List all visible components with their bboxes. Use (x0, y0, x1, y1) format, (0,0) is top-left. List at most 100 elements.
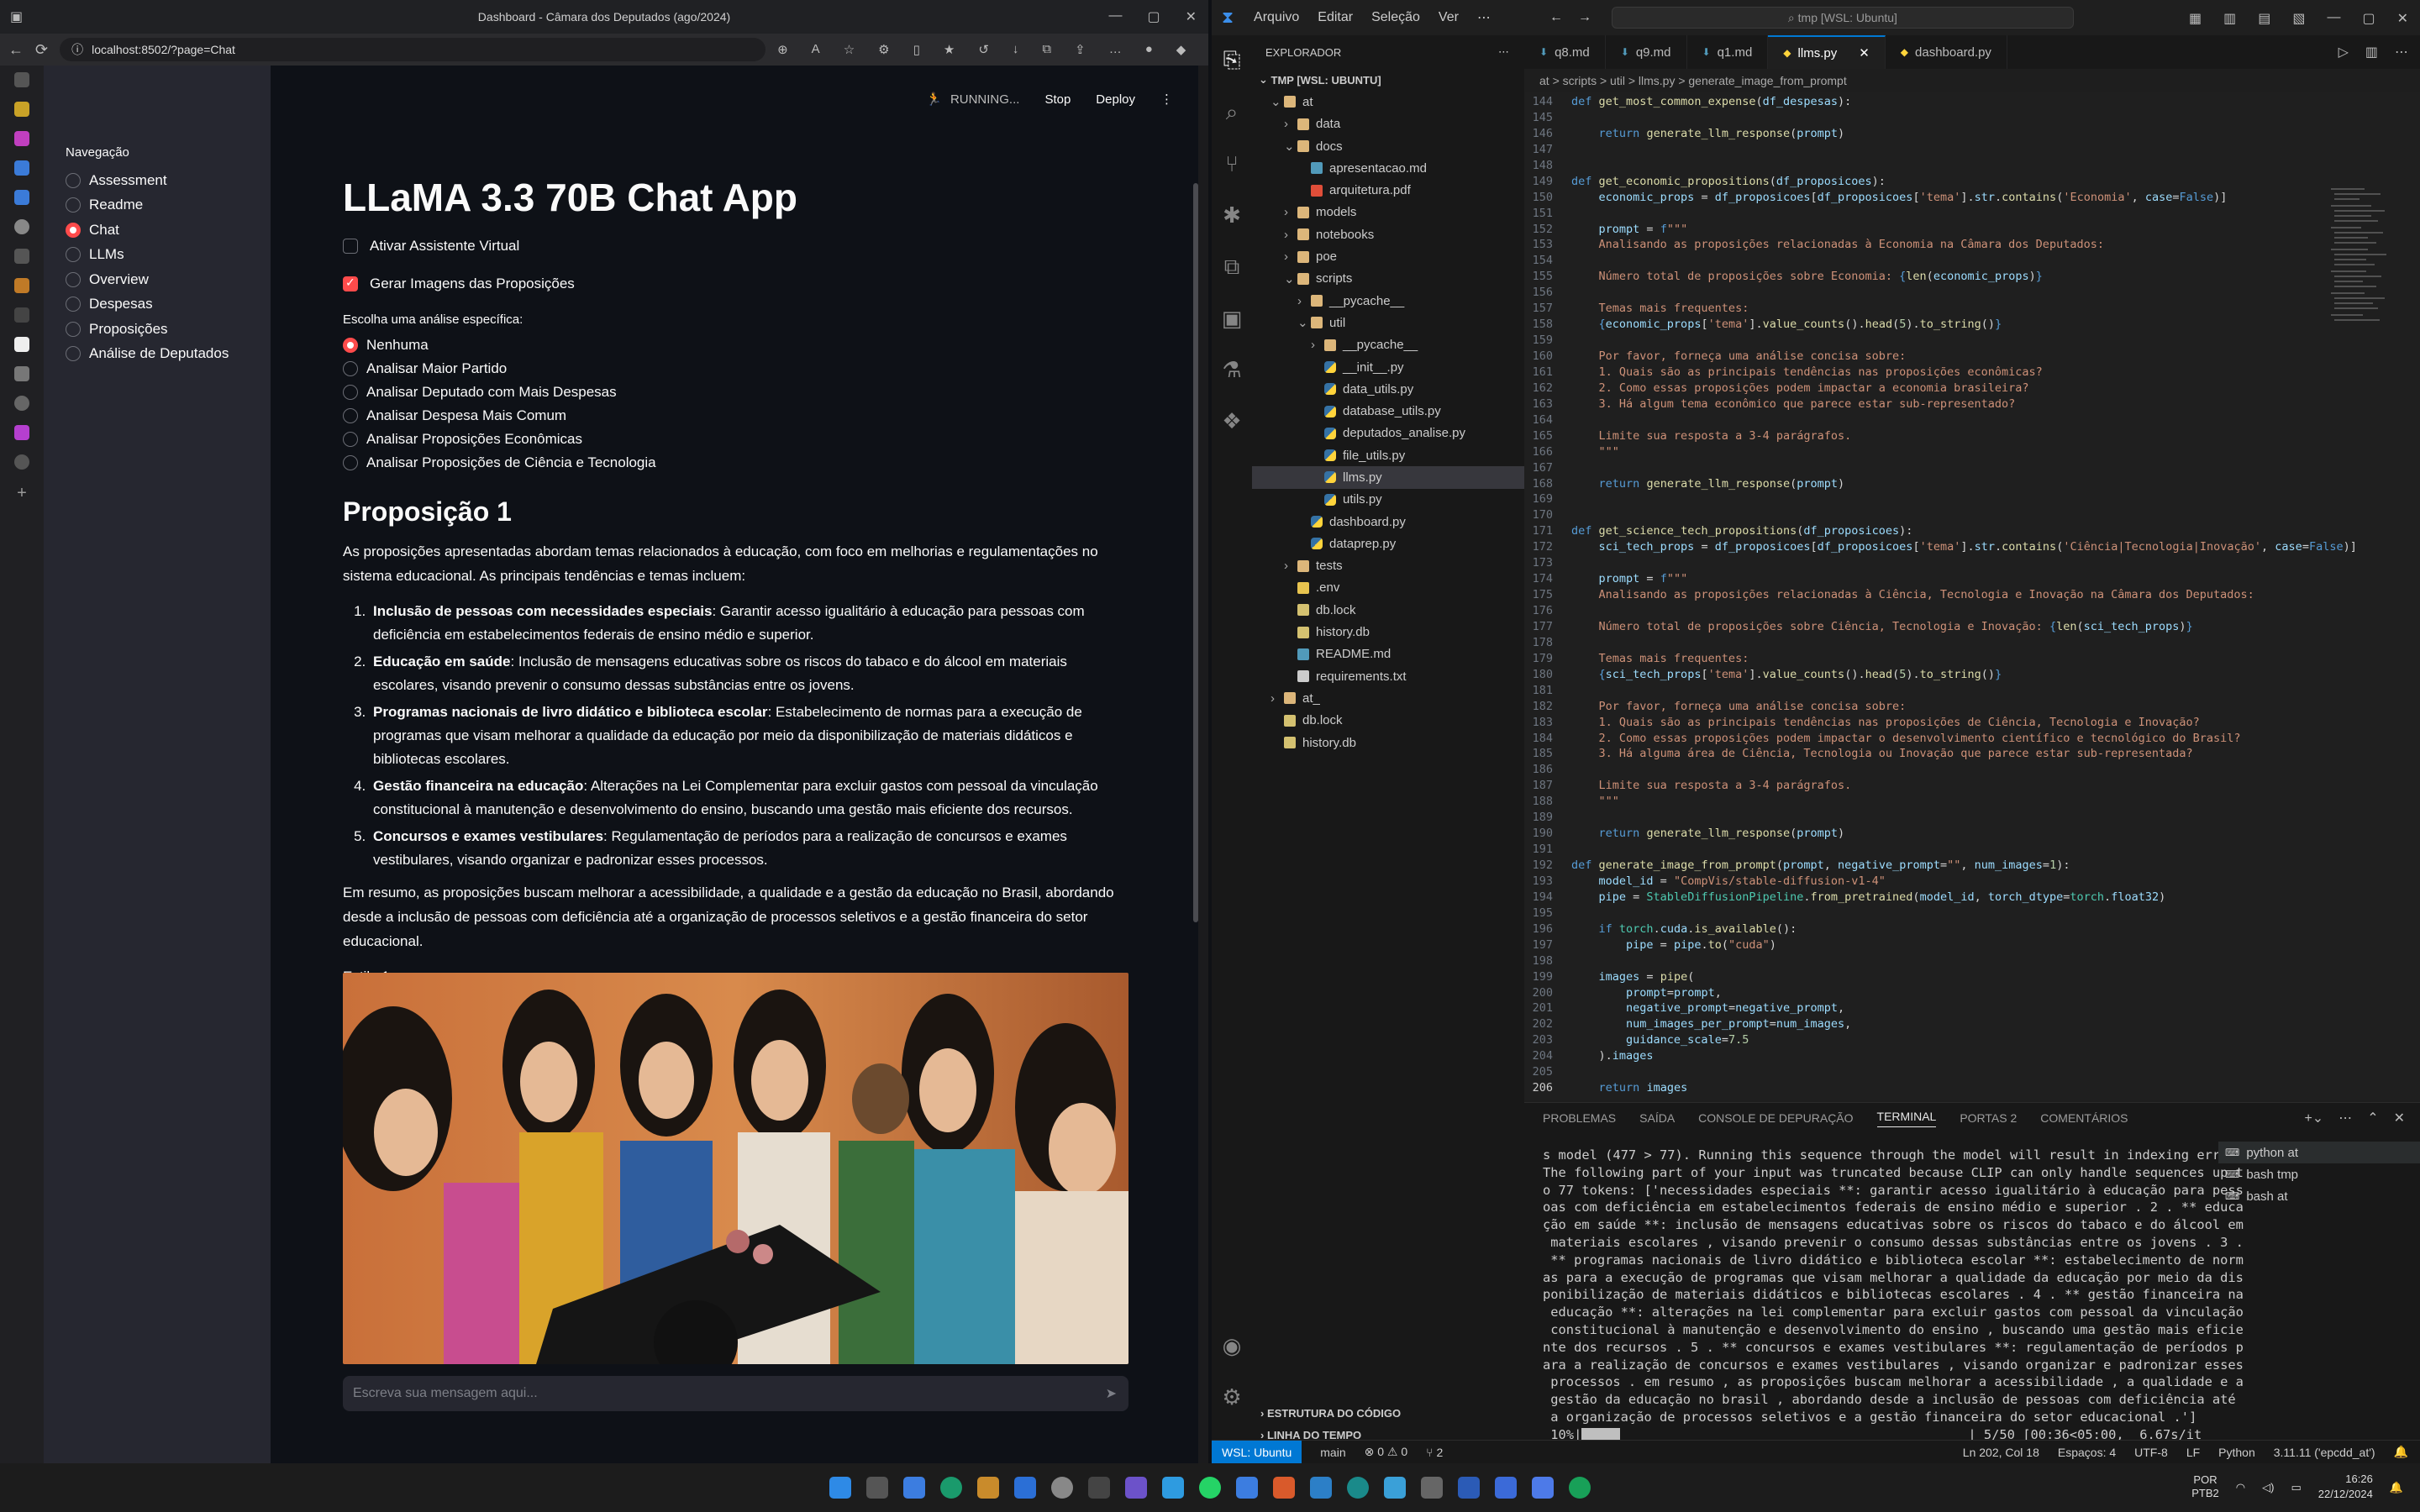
problems-indicator[interactable]: ⊗ 0 ⚠ 0 (1365, 1445, 1408, 1459)
tree-item[interactable]: ⌄ at (1252, 91, 1524, 113)
settings-gear-icon[interactable]: ⚙ (1222, 1384, 1241, 1410)
main-menu-icon[interactable]: ⋮ (1160, 92, 1173, 107)
app-icon[interactable] (1236, 1477, 1258, 1499)
remote-indicator[interactable]: WSL: Ubuntu (1212, 1440, 1302, 1464)
close-icon[interactable]: ✕ (1186, 8, 1197, 25)
tree-item[interactable]: arquitetura.pdf (1252, 179, 1524, 201)
profile-icon[interactable]: ● (1145, 42, 1153, 57)
panel-right-icon[interactable]: ▧ (2292, 10, 2305, 27)
terminal-instance[interactable]: ⌨ bash tmp (2218, 1163, 2420, 1185)
tab-icon[interactable] (14, 249, 29, 264)
maximize-panel-icon[interactable]: ⌃ (2367, 1110, 2378, 1126)
close-tab-icon[interactable]: ✕ (1859, 45, 1870, 60)
radio-circle[interactable] (66, 247, 81, 263)
nav-item-assessment[interactable]: Assessment (66, 168, 271, 193)
cursor-position[interactable]: Ln 202, Col 18 (1963, 1446, 2039, 1459)
tree-item[interactable]: README.md (1252, 643, 1524, 665)
tree-item[interactable]: __init__.py (1252, 356, 1524, 378)
minimize-icon[interactable]: — (1108, 8, 1122, 25)
tab-icon[interactable] (14, 366, 29, 381)
tree-item[interactable]: history.db (1252, 732, 1524, 753)
menu-item[interactable]: Ver (1439, 10, 1459, 25)
explorer-icon[interactable]: ⎘ (1223, 47, 1241, 74)
tree-item[interactable]: › tests (1252, 555, 1524, 577)
tree-item[interactable]: ⌄ util (1252, 312, 1524, 333)
clock-time[interactable]: 16:26 (2318, 1472, 2373, 1487)
radio-circle[interactable] (343, 432, 358, 447)
extensions-icon[interactable]: ▣ (1222, 306, 1243, 332)
app-icon[interactable] (1384, 1477, 1406, 1499)
forward-icon[interactable]: → (1578, 10, 1591, 25)
minimize-icon[interactable]: — (2327, 10, 2340, 27)
tree-item[interactable]: database_utils.py (1252, 400, 1524, 422)
menu-item[interactable]: Arquivo (1254, 10, 1299, 25)
app-icon[interactable] (1532, 1477, 1554, 1499)
tree-item[interactable]: utils.py (1252, 489, 1524, 511)
maximize-icon[interactable]: ▢ (1147, 8, 1160, 25)
tab-icon[interactable] (14, 190, 29, 205)
python-icon[interactable]: ❖ (1222, 408, 1241, 434)
tab-icon[interactable] (14, 425, 29, 440)
add-tab-icon[interactable]: + (17, 484, 27, 503)
terminal-icon[interactable] (1088, 1477, 1110, 1499)
checkbox-box[interactable] (343, 276, 358, 291)
tab-icon[interactable] (14, 396, 29, 411)
language-mode[interactable]: Python (2218, 1446, 2255, 1459)
panel-tab[interactable]: CONSOLE DE DEPURAÇÃO (1698, 1111, 1853, 1125)
radio-circle[interactable] (66, 346, 81, 362)
tree-item[interactable]: ⌄ docs (1252, 135, 1524, 157)
analysis-option[interactable]: Analisar Despesa Mais Comum (343, 404, 1128, 428)
layout-icon[interactable]: ▦ (2189, 10, 2202, 27)
screenshot-icon[interactable]: ⧉ (1042, 42, 1051, 57)
nav-item-an-lise-de-deputados[interactable]: Análise de Deputados (66, 342, 271, 367)
tree-item[interactable]: llms.py (1252, 466, 1524, 489)
analysis-option[interactable]: Nenhuma (343, 333, 1128, 357)
tab-icon[interactable] (14, 454, 29, 470)
tree-item[interactable]: db.lock (1252, 710, 1524, 732)
testing-icon[interactable]: ⚗ (1222, 357, 1241, 383)
images-checkbox[interactable]: Gerar Imagens das Proposições (343, 276, 1128, 292)
radio-circle[interactable] (343, 385, 358, 400)
notification-icon[interactable]: 🔔 (2390, 1479, 2403, 1495)
task-view-icon[interactable] (866, 1477, 888, 1499)
stop-button[interactable]: Stop (1044, 92, 1071, 107)
explorer-icon[interactable] (977, 1477, 999, 1499)
scrollbar[interactable] (1193, 183, 1198, 922)
search-icon[interactable]: ⌕ (1226, 99, 1239, 126)
app-icon[interactable] (1273, 1477, 1295, 1499)
panel-left-icon[interactable]: ▥ (2223, 10, 2236, 27)
vscode-icon[interactable] (1014, 1477, 1036, 1499)
command-center[interactable]: ⌕ tmp [WSL: Ubuntu] (1611, 7, 2074, 29)
panel-tab[interactable]: COMENTÁRIOS (2040, 1111, 2128, 1125)
volume-icon[interactable]: ◁) (2262, 1479, 2274, 1495)
tree-item[interactable]: › __pycache__ (1252, 334, 1524, 356)
tree-item[interactable]: history.db (1252, 621, 1524, 643)
python-interpreter[interactable]: 3.11.11 ('epcdd_at') (2274, 1446, 2375, 1459)
tree-item[interactable]: › __pycache__ (1252, 290, 1524, 312)
start-icon[interactable] (829, 1477, 851, 1499)
indentation[interactable]: Espaços: 4 (2058, 1446, 2116, 1459)
app-icon[interactable] (1421, 1477, 1443, 1499)
menu-item[interactable]: Editar (1318, 10, 1353, 25)
editor-tab[interactable]: ⬇ q8.md (1524, 35, 1606, 69)
tab-icon[interactable] (14, 131, 29, 146)
checkbox-box[interactable] (343, 239, 358, 254)
share-icon[interactable]: ⇪ (1075, 42, 1086, 57)
tree-item[interactable]: › models (1252, 202, 1524, 223)
favorite-icon[interactable]: ☆ (844, 42, 855, 57)
whatsapp-icon[interactable] (1199, 1477, 1221, 1499)
workspace-root[interactable]: ⌄ TMP [WSL: UBUNTU] (1252, 69, 1524, 91)
clock-date[interactable]: 22/12/2024 (2318, 1487, 2373, 1502)
editor-tab[interactable]: ◆ llms.py ✕ (1768, 35, 1886, 69)
panel-tab[interactable]: PROBLEMAS (1543, 1111, 1616, 1125)
maximize-icon[interactable]: ▢ (2362, 10, 2375, 27)
edge-icon[interactable] (940, 1477, 962, 1499)
tree-item[interactable]: › at_ (1252, 687, 1524, 709)
back-icon[interactable]: ← (1549, 10, 1563, 25)
tree-item[interactable]: › notebooks (1252, 223, 1524, 245)
source-control-icon[interactable]: ⑂ (1225, 151, 1239, 177)
tab-icon[interactable] (14, 219, 29, 234)
tree-item[interactable]: file_utils.py (1252, 444, 1524, 466)
new-terminal-icon[interactable]: +⌄ (2304, 1110, 2323, 1126)
extensions-icon[interactable]: ⚙ (878, 42, 889, 57)
